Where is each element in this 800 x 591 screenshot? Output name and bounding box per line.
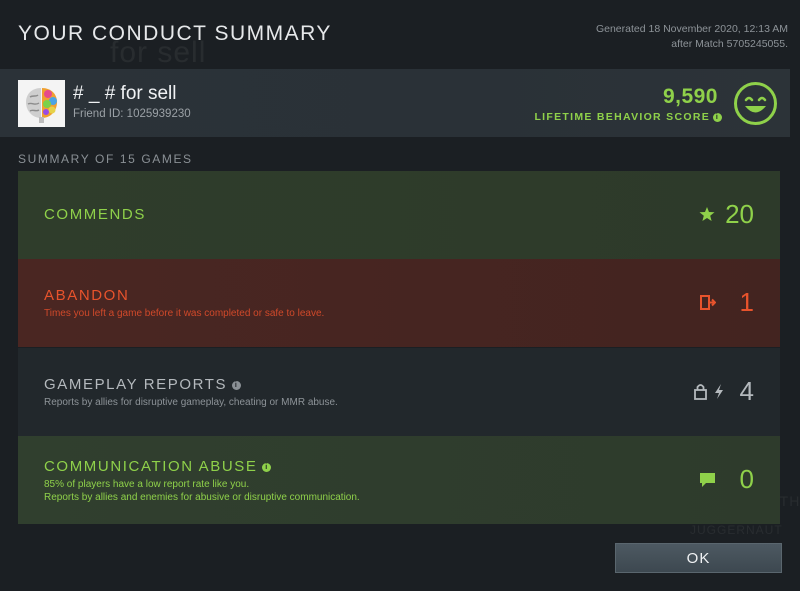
gameplay-reports-count: 4 <box>739 376 754 406</box>
gameplay-reports-heading: GAMEPLAY REPORTS i <box>44 376 242 393</box>
chat-bubble-icon <box>700 473 715 487</box>
lock-lightning-icon <box>694 384 723 400</box>
brain-avatar-icon <box>18 80 65 127</box>
info-icon[interactable]: i <box>713 113 722 122</box>
commends-card: COMMENDS 20 <box>18 171 780 259</box>
exit-door-icon <box>700 295 716 310</box>
gameplay-reports-card: GAMEPLAY REPORTS i Reports by allies for … <box>18 348 780 436</box>
abandon-title: ABANDON <box>44 287 130 304</box>
behavior-score-label: LIFETIME BEHAVIOR SCORE i <box>534 111 722 123</box>
generated-info: Generated 18 November 2020, 12:13 AM aft… <box>596 22 788 52</box>
communication-abuse-subtitle-2: Reports by allies and enemies for abusiv… <box>44 492 360 503</box>
profile-bar: # _ # for sell Friend ID: 1025939230 9,5… <box>0 69 790 137</box>
smiley-face-icon <box>734 82 777 125</box>
communication-abuse-card: COMMUNICATION ABUSE i 85% of players have… <box>18 436 780 524</box>
abandon-count: 1 <box>739 287 754 317</box>
gameplay-reports-title: GAMEPLAY REPORTS <box>44 376 228 393</box>
ok-button[interactable]: OK <box>615 543 782 573</box>
communication-abuse-subtitle-1: 85% of players have a low report rate li… <box>44 479 250 490</box>
info-icon[interactable]: i <box>262 463 272 472</box>
username: # _ # for sell <box>73 83 177 104</box>
abandon-card: ABANDON Times you left a game before it … <box>18 259 780 347</box>
abandon-subtitle: Times you left a game before it was comp… <box>44 308 325 319</box>
commends-title: COMMENDS <box>44 206 146 223</box>
page-title: YOUR CONDUCT SUMMARY <box>18 22 332 45</box>
communication-abuse-heading: COMMUNICATION ABUSE i <box>44 458 272 475</box>
background-ghost-hero: JUGGERNAUT <box>690 523 783 537</box>
commends-count: 20 <box>725 199 754 229</box>
summary-heading: SUMMARY OF 15 GAMES <box>18 152 193 166</box>
avatar[interactable] <box>18 80 65 127</box>
generated-match: after Match 5705245055. <box>671 38 788 50</box>
communication-abuse-count: 0 <box>739 464 754 494</box>
info-icon[interactable]: i <box>232 381 242 390</box>
gameplay-reports-subtitle: Reports by allies for disruptive gamepla… <box>44 397 338 408</box>
star-plus-icon <box>699 207 716 221</box>
communication-abuse-title: COMMUNICATION ABUSE <box>44 458 258 475</box>
behavior-score-value: 9,590 <box>662 85 718 108</box>
friend-id: Friend ID: 1025939230 <box>73 108 191 120</box>
behavior-score-label-text: LIFETIME BEHAVIOR SCORE <box>534 111 710 123</box>
generated-date: Generated 18 November 2020, 12:13 AM <box>595 23 788 35</box>
